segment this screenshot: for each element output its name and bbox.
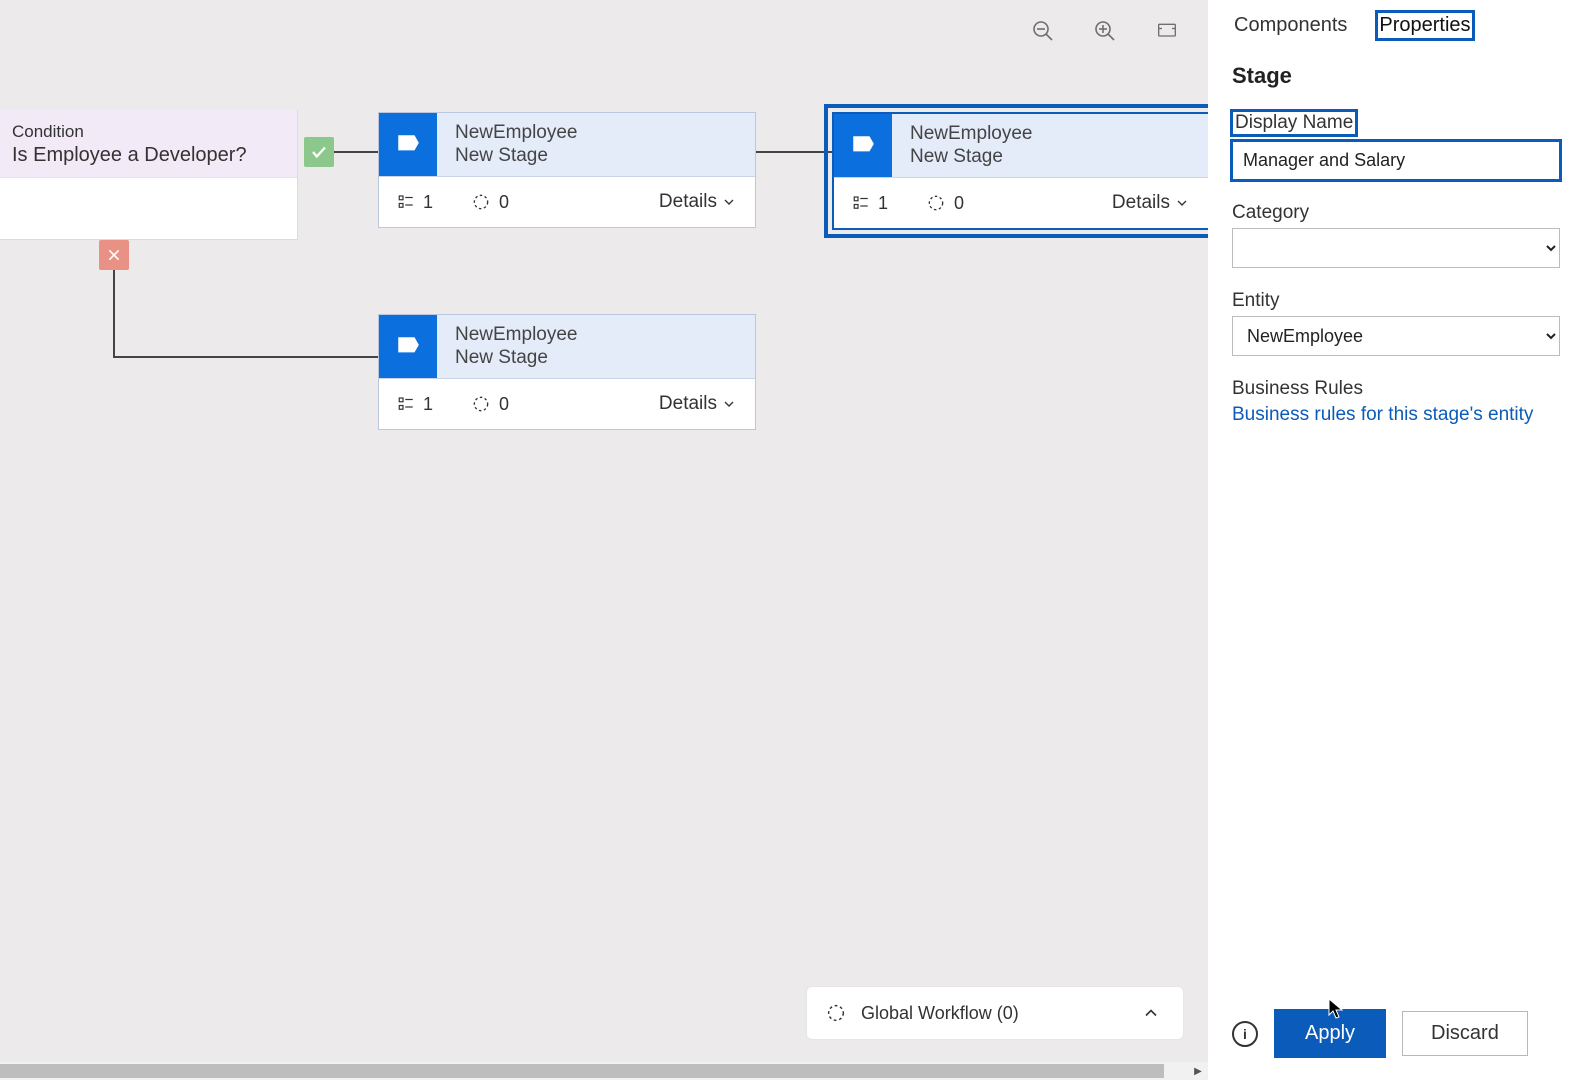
condition-caption: Condition [12, 122, 285, 142]
process-flow-canvas[interactable]: Condition Is Employee a Developer? NewEm… [0, 0, 1208, 1080]
discard-button[interactable]: Discard [1402, 1011, 1528, 1056]
apply-button[interactable]: Apply [1276, 1011, 1384, 1056]
stage-workflows-count: 0 [471, 192, 509, 213]
canvas-toolbar [1030, 18, 1180, 44]
stage-entity-label: NewEmployee [455, 324, 578, 346]
business-rules-link[interactable]: Business rules for this stage's entity [1232, 404, 1560, 426]
entity-select[interactable]: NewEmployee [1232, 316, 1560, 356]
stage-flag-icon [379, 315, 437, 378]
display-name-label: Display Name [1232, 111, 1356, 135]
info-icon[interactable]: i [1232, 1021, 1258, 1047]
stage-flag-icon [379, 113, 437, 176]
zoom-in-icon[interactable] [1092, 18, 1118, 44]
panel-section-title: Stage [1232, 63, 1560, 89]
fit-screen-icon[interactable] [1154, 18, 1180, 44]
condition-node[interactable]: Condition Is Employee a Developer? [0, 110, 298, 240]
stage-entity-label: NewEmployee [910, 123, 1033, 145]
stage-name-label: New Stage [455, 145, 578, 167]
connector-line [113, 270, 115, 358]
stage-details-toggle[interactable]: Details [1112, 192, 1190, 214]
category-select[interactable] [1232, 228, 1560, 268]
global-workflow-label: Global Workflow (0) [861, 1003, 1019, 1024]
stage-card[interactable]: NewEmployee New Stage 1 0 Details [378, 112, 756, 228]
entity-label: Entity [1232, 290, 1560, 312]
connector-line [334, 151, 378, 153]
stage-name-label: New Stage [910, 146, 1033, 168]
stage-entity-label: NewEmployee [455, 122, 578, 144]
stage-workflows-count: 0 [926, 193, 964, 214]
business-rules-label: Business Rules [1232, 378, 1560, 400]
stage-details-toggle[interactable]: Details [659, 393, 737, 415]
connector-line [113, 356, 380, 358]
stage-name-label: New Stage [455, 347, 578, 369]
stage-card-selected[interactable]: NewEmployee New Stage 1 0 Details [832, 112, 1208, 230]
stage-steps-count: 1 [397, 394, 433, 415]
stage-workflows-count: 0 [471, 394, 509, 415]
global-workflow-toggle[interactable]: Global Workflow (0) [806, 986, 1184, 1040]
display-name-input[interactable] [1232, 141, 1560, 180]
stage-details-toggle[interactable]: Details [659, 191, 737, 213]
condition-no-icon [99, 240, 129, 270]
stage-card[interactable]: NewEmployee New Stage 1 0 Details [378, 314, 756, 430]
stage-flag-icon [834, 114, 892, 177]
chevron-up-icon [1141, 1003, 1161, 1023]
zoom-out-icon[interactable] [1030, 18, 1056, 44]
condition-title: Is Employee a Developer? [12, 144, 285, 167]
components-tab[interactable]: Components [1232, 12, 1349, 39]
stage-steps-count: 1 [852, 193, 888, 214]
connector-line [754, 151, 832, 153]
stage-steps-count: 1 [397, 192, 433, 213]
condition-yes-icon [304, 137, 334, 167]
properties-tab[interactable]: Properties [1377, 12, 1472, 39]
horizontal-scrollbar[interactable]: ▶ [0, 1062, 1208, 1080]
scroll-right-icon[interactable]: ▶ [1188, 1062, 1208, 1080]
properties-panel: Components Properties Stage Display Name… [1208, 0, 1582, 1080]
category-label: Category [1232, 202, 1560, 224]
